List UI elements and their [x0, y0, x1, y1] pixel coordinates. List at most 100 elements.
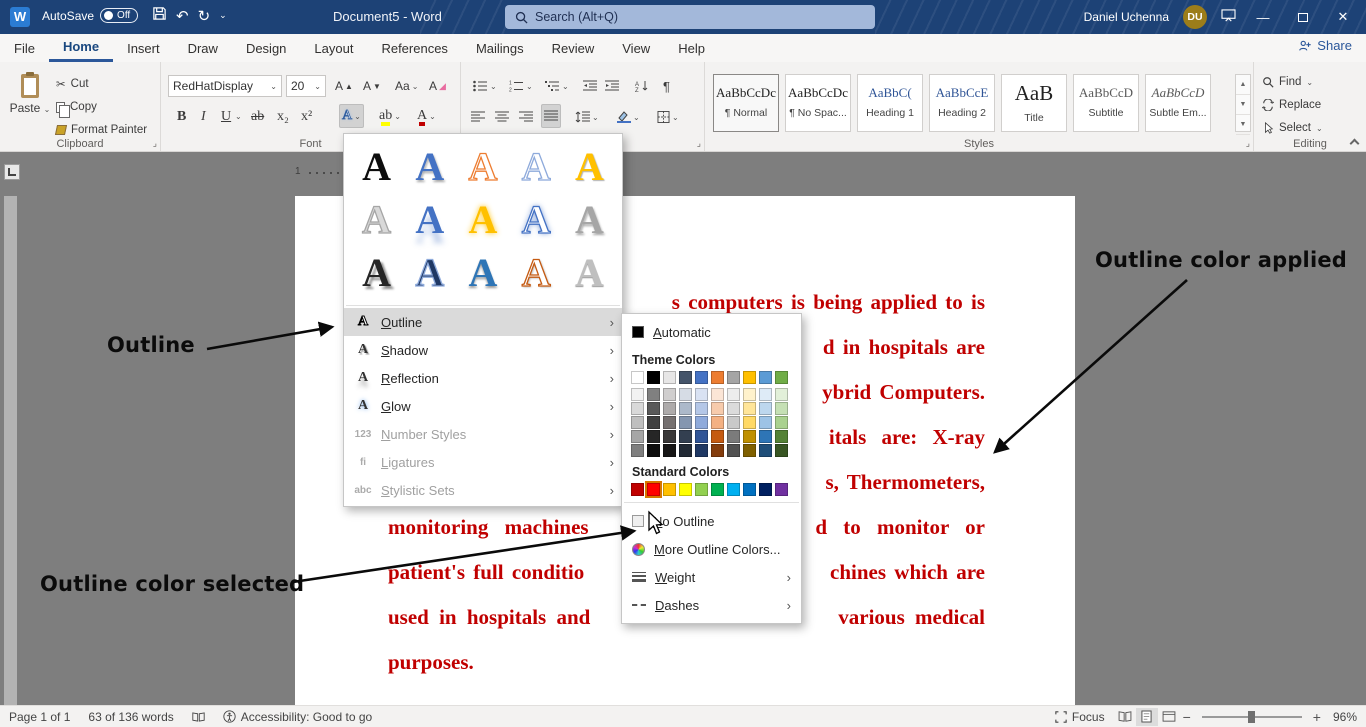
minimize-button[interactable]: —	[1250, 10, 1276, 25]
style-subtle-em[interactable]: AaBbCcDSubtle Em...	[1145, 74, 1211, 132]
numbering-button[interactable]: 12⌄	[507, 74, 535, 98]
standard-color-2[interactable]	[663, 483, 676, 496]
more-outline-colors-item[interactable]: More Outline Colors...	[622, 535, 801, 563]
theme-variant-2-5[interactable]	[711, 416, 724, 429]
theme-variant-1-8[interactable]	[759, 402, 772, 415]
effect-preset-fill-gold[interactable]: A	[563, 140, 616, 193]
align-right-button[interactable]	[517, 105, 535, 129]
effect-preset-fill-gray-shadow[interactable]: A	[563, 193, 616, 246]
shrink-font-button[interactable]: A▼	[361, 74, 383, 98]
theme-variant-0-0[interactable]	[631, 388, 644, 401]
effects-menu-item-ligatures[interactable]: fiLigatures›	[344, 448, 622, 476]
theme-variant-0-7[interactable]	[743, 388, 756, 401]
page-indicator[interactable]: Page 1 of 1	[0, 710, 79, 724]
style-heading-1[interactable]: AaBbC(Heading 1	[857, 74, 923, 132]
automatic-color-item[interactable]: Automatic	[622, 318, 801, 346]
tab-file[interactable]: File	[0, 34, 49, 62]
theme-variant-1-9[interactable]	[775, 402, 788, 415]
save-button[interactable]	[152, 6, 167, 25]
theme-variant-3-2[interactable]	[663, 430, 676, 443]
effect-preset-fill-black[interactable]: A	[350, 140, 403, 193]
theme-variant-3-7[interactable]	[743, 430, 756, 443]
read-mode-button[interactable]	[1114, 708, 1136, 726]
increase-indent-button[interactable]	[603, 74, 621, 98]
effect-preset-silver-bevel[interactable]: A	[563, 246, 616, 299]
theme-variant-2-9[interactable]	[775, 416, 788, 429]
copy-button[interactable]: Copy	[56, 97, 97, 117]
dashes-item[interactable]: Dashes›	[622, 591, 801, 619]
bold-button[interactable]: B	[175, 105, 188, 129]
theme-variant-1-5[interactable]	[711, 402, 724, 415]
style-normal[interactable]: AaBbCcDc¶ Normal	[713, 74, 779, 132]
style-title[interactable]: AaBTitle	[1001, 74, 1067, 132]
theme-color-6[interactable]	[727, 371, 740, 384]
tab-insert[interactable]: Insert	[113, 34, 174, 62]
theme-variant-0-1[interactable]	[647, 388, 660, 401]
web-layout-button[interactable]	[1158, 708, 1180, 726]
effect-preset-blue-reflection[interactable]: A	[403, 193, 456, 246]
select-button[interactable]: Select⌄	[1262, 118, 1323, 138]
zoom-slider[interactable]	[1202, 716, 1302, 718]
tab-view[interactable]: View	[608, 34, 664, 62]
standard-color-4[interactable]	[695, 483, 708, 496]
standard-color-1[interactable]	[647, 483, 660, 496]
styles-dialog-launcher[interactable]: ⌟	[1246, 138, 1250, 149]
paste-button[interactable]: Paste ⌄	[8, 72, 52, 138]
tab-draw[interactable]: Draw	[174, 34, 232, 62]
font-name-combo[interactable]: RedHatDisplay⌄	[168, 75, 282, 97]
theme-color-3[interactable]	[679, 371, 692, 384]
word-count[interactable]: 63 of 136 words	[79, 710, 182, 724]
theme-variant-2-7[interactable]	[743, 416, 756, 429]
paragraph-dialog-launcher[interactable]: ⌟	[697, 138, 701, 149]
effects-menu-item-number-styles[interactable]: 123Number Styles›	[344, 420, 622, 448]
theme-variant-1-3[interactable]	[679, 402, 692, 415]
effect-preset-outline-light-blue[interactable]: A	[510, 140, 563, 193]
style-subtitle[interactable]: AaBbCcDSubtitle	[1073, 74, 1139, 132]
theme-color-9[interactable]	[775, 371, 788, 384]
zoom-out-button[interactable]: −	[1180, 709, 1194, 725]
effect-preset-fill-silver[interactable]: A	[350, 193, 403, 246]
theme-variant-3-4[interactable]	[695, 430, 708, 443]
bullets-button[interactable]: ⌄	[471, 74, 499, 98]
standard-color-5[interactable]	[711, 483, 724, 496]
shading-button[interactable]: ⌄	[615, 105, 642, 129]
style-heading-2[interactable]: AaBbCcEHeading 2	[929, 74, 995, 132]
effects-menu-item-stylistic-sets[interactable]: abcStylistic Sets›	[344, 476, 622, 504]
borders-button[interactable]: ⌄	[655, 105, 681, 129]
theme-variant-1-6[interactable]	[727, 402, 740, 415]
print-layout-button[interactable]	[1136, 708, 1158, 726]
tab-review[interactable]: Review	[538, 34, 609, 62]
theme-variant-4-9[interactable]	[775, 444, 788, 457]
standard-color-6[interactable]	[727, 483, 740, 496]
theme-variant-1-0[interactable]	[631, 402, 644, 415]
underline-button[interactable]: U	[219, 105, 233, 129]
theme-variant-4-2[interactable]	[663, 444, 676, 457]
align-left-button[interactable]	[469, 105, 487, 129]
search-box[interactable]: Search (Alt+Q)	[505, 5, 875, 29]
standard-color-9[interactable]	[775, 483, 788, 496]
highlight-color-button[interactable]: ab⌄	[377, 104, 403, 128]
theme-color-5[interactable]	[711, 371, 724, 384]
tab-design[interactable]: Design	[232, 34, 300, 62]
focus-button[interactable]: Focus	[1046, 710, 1114, 724]
font-color-button[interactable]: A⌄	[415, 104, 438, 128]
tab-stop-selector[interactable]	[4, 164, 20, 180]
theme-variant-2-4[interactable]	[695, 416, 708, 429]
theme-variant-1-7[interactable]	[743, 402, 756, 415]
word-logo-icon[interactable]: W	[10, 7, 30, 27]
share-button[interactable]: Share	[1298, 38, 1352, 53]
customize-qat-button[interactable]: ⌄	[219, 10, 227, 21]
font-size-combo[interactable]: 20⌄	[286, 75, 326, 97]
clipboard-dialog-launcher[interactable]: ⌟	[153, 138, 157, 149]
tab-home[interactable]: Home	[49, 34, 113, 62]
chevron-down-icon[interactable]: ⌄	[235, 112, 242, 121]
theme-variant-3-5[interactable]	[711, 430, 724, 443]
effect-preset-orange-outline-heavy[interactable]: A	[510, 246, 563, 299]
change-case-button[interactable]: Aa⌄	[393, 74, 420, 98]
find-button[interactable]: Find⌄	[1262, 72, 1313, 92]
zoom-thumb[interactable]	[1248, 711, 1255, 723]
theme-variant-4-0[interactable]	[631, 444, 644, 457]
theme-variant-0-9[interactable]	[775, 388, 788, 401]
theme-variant-4-8[interactable]	[759, 444, 772, 457]
theme-variant-2-0[interactable]	[631, 416, 644, 429]
